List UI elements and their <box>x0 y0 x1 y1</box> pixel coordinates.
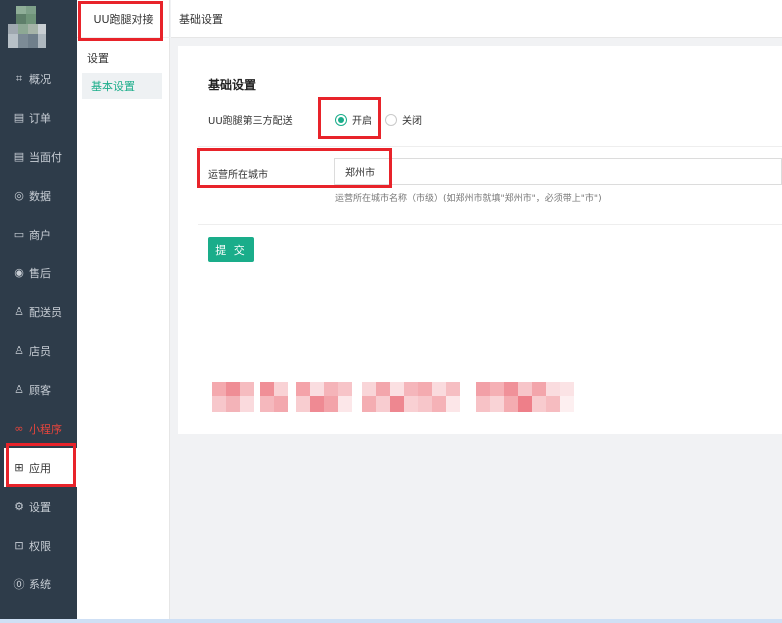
sidebar-item-after-sale[interactable]: ◉ 售后 <box>0 253 77 292</box>
sidebar-item-miniprogram[interactable]: ∞ 小程序 <box>0 409 77 448</box>
shop-icon: ▭ <box>13 228 25 241</box>
customer-icon: ♙ <box>14 383 24 396</box>
sidebar-item-label: 权限 <box>29 539 51 553</box>
sidebar-item-label: 店员 <box>29 344 51 358</box>
subbar-title[interactable]: UU跑腿对接 <box>77 0 170 38</box>
sidebar-item-label: 小程序 <box>29 422 62 436</box>
miniprogram-icon: ∞ <box>14 422 24 435</box>
page-header: 基础设置 <box>171 0 782 38</box>
sidebar-item-label: 订单 <box>29 111 51 125</box>
submit-button[interactable]: 提 交 <box>208 237 254 262</box>
sidebar-item-face-pay[interactable]: ▤ 当面付 <box>0 137 77 176</box>
sidebar-item-label: 配送员 <box>29 305 62 319</box>
sidebar-item-merchants[interactable]: ▭ 商户 <box>0 215 77 254</box>
apps-icon: ⊞ <box>14 461 24 474</box>
sidebar-item-label: 数据 <box>29 189 51 203</box>
form-title: 基础设置 <box>208 78 257 92</box>
radio-unchecked-icon <box>385 113 397 126</box>
radio-checked-icon <box>335 113 347 126</box>
sidebar-item-overview[interactable]: ⌗ 概况 <box>0 59 77 98</box>
sidebar-item-label: 应用 <box>29 461 51 475</box>
sidebar-item-couriers[interactable]: ♙ 配送员 <box>0 292 77 331</box>
sidebar-item-label: 顾客 <box>29 383 51 397</box>
courier-icon: ♙ <box>14 305 24 318</box>
sidebar-item-clerks[interactable]: ♙ 店员 <box>0 331 77 370</box>
order-icon: ▤ <box>13 111 25 124</box>
city-hint: 运营所在城市名称（市级）(如郑州市就填"郑州市"，必须带上"市") <box>335 194 602 204</box>
logo <box>8 6 48 56</box>
after-sale-icon: ◉ <box>14 266 24 279</box>
subbar-group-settings: 设置 <box>87 52 109 65</box>
lock-icon: ⊡ <box>14 539 24 552</box>
radio-enable[interactable]: 开启 <box>335 112 372 127</box>
subbar-item-basic-settings[interactable]: 基本设置 <box>82 73 162 99</box>
chart-icon: ◎ <box>14 189 24 202</box>
divider <box>198 146 782 147</box>
sidebar-item-label: 当面付 <box>29 150 62 164</box>
divider <box>198 224 782 225</box>
face-pay-icon: ▤ <box>13 150 25 163</box>
radio-disable[interactable]: 关闭 <box>385 112 422 127</box>
settings-icon: ⚙ <box>14 500 24 513</box>
system-icon: ⓪ <box>13 577 25 591</box>
sidebar-item-system[interactable]: ⓪ 系统 <box>0 564 77 603</box>
radio-disable-label: 关闭 <box>402 116 422 127</box>
sidebar-item-label: 系统 <box>29 577 51 591</box>
sidebar-item-label: 售后 <box>29 266 51 280</box>
radio-enable-label: 开启 <box>352 116 372 127</box>
sidebar-item-permissions[interactable]: ⊡ 权限 <box>0 526 77 565</box>
sidebar-item-label: 概况 <box>29 72 51 86</box>
city-label: 运营所在城市 <box>208 170 268 181</box>
city-input[interactable] <box>334 158 782 185</box>
sidebar-item-apps[interactable]: ⊞ 应用 <box>4 448 77 487</box>
sub-sidebar: UU跑腿对接 设置 基本设置 <box>77 0 170 623</box>
redacted-text <box>212 380 574 416</box>
clerk-icon: ♙ <box>14 344 24 357</box>
sidebar-item-orders[interactable]: ▤ 订单 <box>0 98 77 137</box>
sidebar-item-customers[interactable]: ♙ 顾客 <box>0 370 77 409</box>
settings-panel: 基础设置 UU跑腿第三方配送 开启 关闭 运营所在城市 运营所在城市名称（市级）… <box>178 46 782 434</box>
delivery-label: UU跑腿第三方配送 <box>208 116 293 127</box>
sidebar-item-data[interactable]: ◎ 数据 <box>0 176 77 215</box>
sidebar-item-label: 设置 <box>29 500 51 514</box>
page-title: 基础设置 <box>179 12 223 26</box>
bottom-edge <box>0 619 782 623</box>
sidebar-item-settings[interactable]: ⚙ 设置 <box>0 487 77 526</box>
sidebar-item-label: 商户 <box>29 228 51 242</box>
app-root: ⌗ 概况 ▤ 订单 ▤ 当面付 ◎ 数据 ▭ 商户 ◉ 售后 ♙ 配送员 ♙ 店 <box>0 0 782 623</box>
overview-icon: ⌗ <box>15 71 23 85</box>
main-sidebar: ⌗ 概况 ▤ 订单 ▤ 当面付 ◎ 数据 ▭ 商户 ◉ 售后 ♙ 配送员 ♙ 店 <box>0 0 77 623</box>
